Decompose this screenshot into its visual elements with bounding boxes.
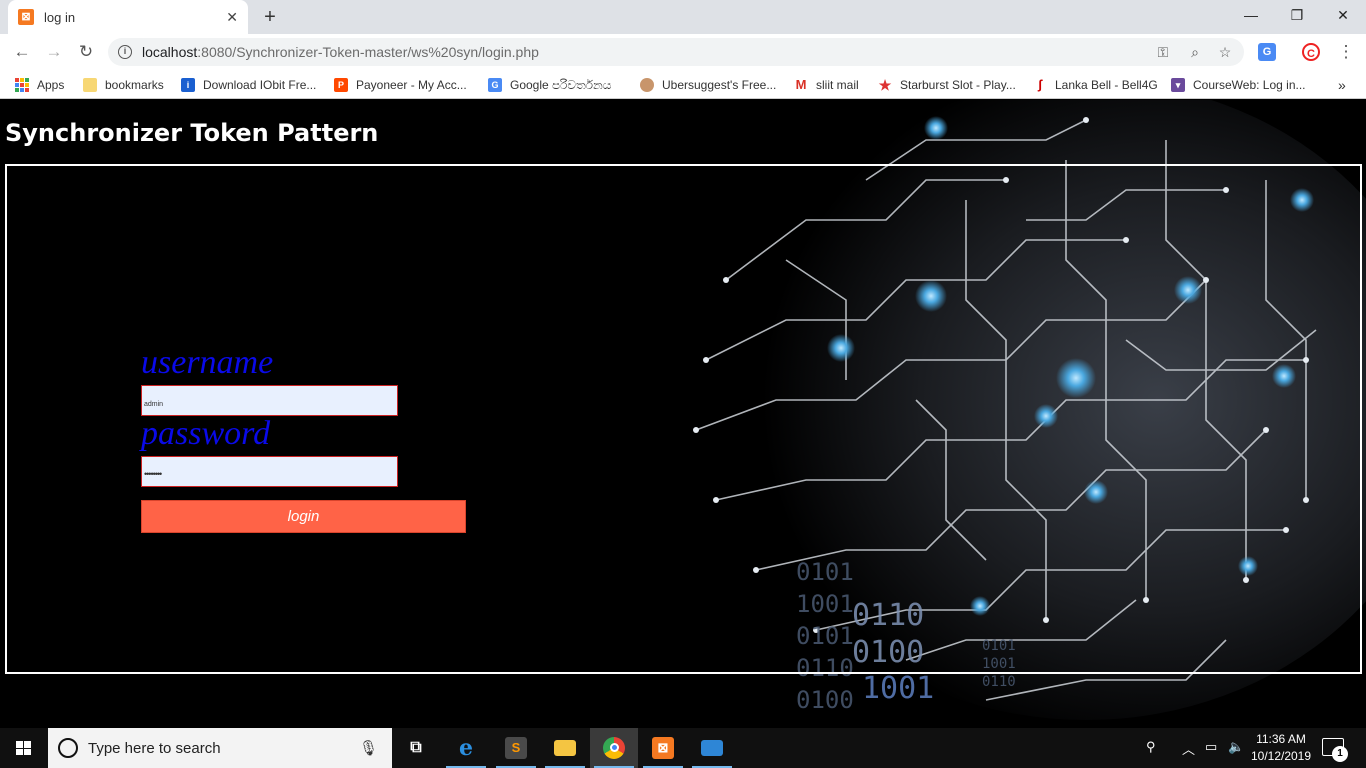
tab-strip: ⊠ log in ✕ + — ❐ ✕ bbox=[0, 0, 1366, 34]
bookmarks-bar: Apps bookmarks i Download IObit Fre... P… bbox=[0, 70, 1366, 99]
svg-text:0100: 0100 bbox=[796, 686, 854, 714]
xampp-icon: ⊠ bbox=[18, 9, 34, 25]
windows-taskbar: Type here to search 🎙 ⧉ e S ⊠ ⚲ ︿ ▭ 🔈 11… bbox=[0, 728, 1366, 768]
remote-desktop-icon[interactable] bbox=[688, 728, 736, 768]
bookmark-iobit[interactable]: i Download IObit Fre... bbox=[181, 76, 316, 94]
reload-icon[interactable]: ↻ bbox=[74, 40, 98, 64]
forward-icon[interactable]: → bbox=[42, 40, 66, 64]
system-clock[interactable]: 11:36 AM 10/12/2019 bbox=[1248, 731, 1314, 765]
edge-icon[interactable]: e bbox=[442, 728, 490, 768]
more-bookmarks-icon[interactable]: » bbox=[1338, 76, 1346, 94]
bookmark-courseweb[interactable]: ▾ CourseWeb: Log in... bbox=[1171, 76, 1306, 94]
page-body: 0101 1001 0101 0110 0100 0110 0100 1001 … bbox=[0, 100, 1366, 728]
menu-kebab-icon[interactable]: ⋮ bbox=[1334, 40, 1358, 64]
login-form-frame: username admin password •••••••• login bbox=[5, 164, 1362, 674]
people-icon[interactable]: ⚲ bbox=[1146, 739, 1156, 755]
bookmark-apps[interactable]: Apps bbox=[15, 76, 64, 94]
browser-toolbar: ← → ↻ i localhost:8080/Synchronizer-Toke… bbox=[0, 34, 1366, 70]
payoneer-icon: P bbox=[334, 78, 348, 92]
bookmark-payoneer[interactable]: P Payoneer - My Acc... bbox=[334, 76, 467, 94]
bookmark-star-icon[interactable]: ☆ bbox=[1216, 43, 1234, 61]
star-icon: ★ bbox=[878, 77, 892, 93]
key-icon[interactable]: ⚿ bbox=[1154, 43, 1172, 61]
folder-icon bbox=[83, 78, 97, 92]
windows-logo-icon bbox=[16, 741, 32, 755]
google-translate-icon[interactable]: G bbox=[1258, 43, 1276, 61]
page-title: Synchronizer Token Pattern bbox=[5, 119, 379, 147]
svg-text:0110: 0110 bbox=[982, 674, 1016, 690]
courseweb-icon: ▾ bbox=[1171, 78, 1185, 92]
password-label: password bbox=[141, 415, 271, 452]
close-tab-icon[interactable]: ✕ bbox=[226, 9, 238, 26]
bookmark-sliit-mail[interactable]: M sliit mail bbox=[794, 76, 859, 94]
browser-tab[interactable]: ⊠ log in ✕ bbox=[8, 0, 248, 34]
close-window-icon[interactable]: ✕ bbox=[1320, 0, 1366, 30]
iobit-icon: i bbox=[181, 78, 195, 92]
bookmark-folder[interactable]: bookmarks bbox=[83, 76, 164, 94]
gmail-icon: M bbox=[794, 77, 808, 92]
ubersuggest-icon bbox=[640, 78, 654, 92]
username-input[interactable]: admin bbox=[141, 385, 398, 416]
task-view-icon[interactable]: ⧉ bbox=[392, 728, 440, 768]
bookmark-ubersuggest[interactable]: Ubersuggest's Free... bbox=[640, 76, 776, 94]
url-text[interactable]: localhost:8080/Synchronizer-Token-master… bbox=[142, 44, 539, 60]
sublime-icon[interactable]: S bbox=[492, 728, 540, 768]
volume-icon[interactable]: 🔈 bbox=[1228, 739, 1244, 755]
clock-date: 10/12/2019 bbox=[1250, 749, 1312, 763]
address-bar[interactable]: i localhost:8080/Synchronizer-Token-mast… bbox=[108, 38, 1244, 66]
back-icon[interactable]: ← bbox=[10, 40, 34, 64]
login-button[interactable]: login bbox=[141, 500, 466, 533]
notification-badge: 1 bbox=[1332, 746, 1348, 762]
svg-text:1001: 1001 bbox=[862, 671, 934, 706]
extension-c-icon[interactable]: C bbox=[1302, 43, 1320, 61]
start-button[interactable] bbox=[0, 728, 48, 768]
search-placeholder: Type here to search bbox=[88, 740, 221, 757]
bookmark-starburst[interactable]: ★ Starburst Slot - Play... bbox=[878, 76, 1016, 94]
restore-icon[interactable]: ❐ bbox=[1274, 0, 1320, 30]
bookmark-google-translate[interactable]: G Google පරිවර්තනය bbox=[488, 76, 611, 94]
battery-icon[interactable]: ▭ bbox=[1205, 739, 1217, 755]
file-explorer-icon[interactable] bbox=[541, 728, 589, 768]
tray-chevron-icon[interactable]: ︿ bbox=[1182, 739, 1195, 758]
cortana-icon bbox=[58, 738, 78, 758]
microphone-icon[interactable]: 🎙 bbox=[359, 739, 378, 757]
chrome-icon[interactable] bbox=[590, 728, 638, 768]
username-label: username bbox=[141, 344, 274, 381]
bookmark-lankabell[interactable]: ʃ Lanka Bell - Bell4G bbox=[1033, 76, 1158, 94]
password-input[interactable]: •••••••• bbox=[141, 456, 398, 487]
clock-time: 11:36 AM bbox=[1256, 732, 1306, 746]
lankabell-icon: ʃ bbox=[1033, 78, 1047, 92]
google-translate-icon: G bbox=[488, 78, 502, 92]
xampp-icon[interactable]: ⊠ bbox=[639, 728, 687, 768]
minimize-icon[interactable]: — bbox=[1228, 0, 1274, 30]
apps-grid-icon bbox=[15, 78, 29, 92]
new-tab-icon[interactable]: + bbox=[258, 5, 282, 29]
zoom-icon[interactable]: ⌕ bbox=[1186, 43, 1204, 61]
info-icon[interactable]: i bbox=[118, 45, 132, 59]
tab-title: log in bbox=[44, 9, 76, 25]
taskbar-search-box[interactable]: Type here to search 🎙 bbox=[48, 728, 392, 768]
